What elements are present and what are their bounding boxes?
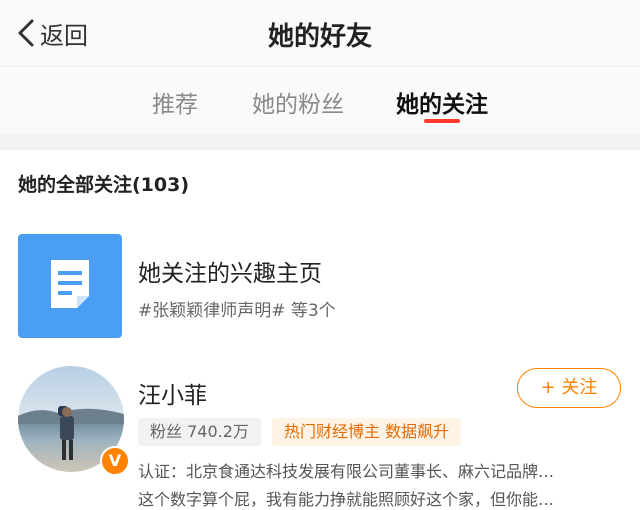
user-name[interactable]: 汪小菲 [138, 376, 207, 410]
section-title: 她的全部关注(103) [18, 174, 190, 196]
top-nav-bar: 返回 她的好友 [0, 0, 640, 66]
hot-blogger-tag: 热门财经博主 数据飙升 [272, 418, 462, 446]
tab-recommend[interactable]: 推荐 [152, 85, 198, 119]
tab-her-following[interactable]: 她的关注 [396, 85, 488, 119]
tab-bar: 推荐 她的粉丝 她的关注 [0, 66, 640, 135]
user-bio-line-1: 认证：北京食通达科技发展有限公司董事长、麻六记品牌… [138, 462, 555, 481]
page-title: 她的好友 [267, 22, 372, 52]
verified-badge: V [100, 446, 130, 476]
interest-page-icon[interactable] [18, 234, 122, 338]
document-icon [48, 257, 92, 315]
section-divider [0, 134, 640, 150]
interest-page-subtitle: #张颖颖律师声明# 等3个 [138, 301, 336, 321]
tab-her-fans[interactable]: 她的粉丝 [252, 85, 344, 119]
interest-page-title[interactable]: 她关注的兴趣主页 [138, 254, 322, 288]
follow-button[interactable]: + 关注 [517, 368, 621, 408]
user-bio-line-2: 这个数字算个屁，我有能力挣就能照顾好这个家，但你能… [138, 490, 555, 509]
active-tab-indicator [424, 119, 460, 123]
fans-count-tag: 粉丝 740.2万 [138, 418, 261, 446]
